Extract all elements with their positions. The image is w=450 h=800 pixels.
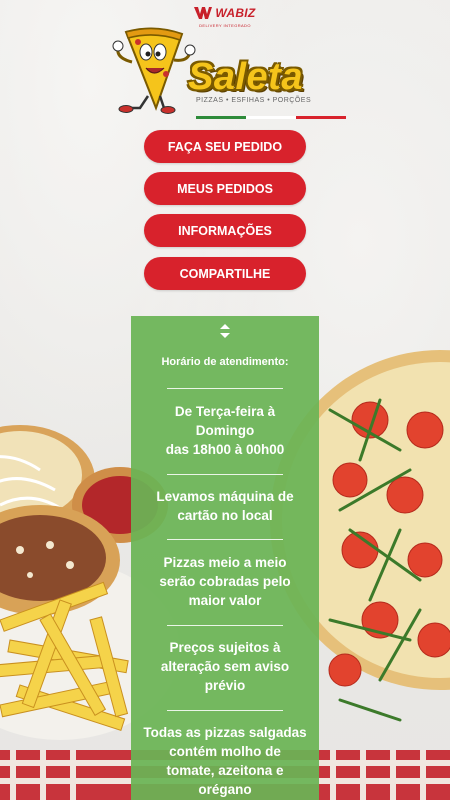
info-button[interactable]: INFORMAÇÕES bbox=[144, 214, 306, 247]
pizza-mascot-icon bbox=[112, 27, 196, 114]
my-orders-button[interactable]: MEUS PEDIDOS bbox=[144, 172, 306, 205]
divider bbox=[167, 539, 283, 540]
wabiz-mark-icon bbox=[194, 7, 213, 19]
order-button[interactable]: FAÇA SEU PEDIDO bbox=[144, 130, 306, 163]
divider bbox=[167, 474, 283, 475]
wabiz-brand: WABIZ DELIVERY INTEGRADO bbox=[0, 6, 450, 28]
opening-hours-text: De Terça-feira à Domingo das 18h00 à 00h… bbox=[165, 404, 285, 457]
info-toggle[interactable] bbox=[131, 322, 319, 340]
divider bbox=[167, 625, 283, 626]
opening-hours-title: Horário de atendimento: bbox=[161, 356, 289, 368]
restaurant-name: Saleta bbox=[188, 56, 303, 98]
share-button[interactable]: COMPARTILHE bbox=[144, 257, 306, 290]
up-down-arrows-icon bbox=[220, 324, 230, 338]
price-change-note: Preços sujeitos à alteração sem aviso pr… bbox=[160, 640, 290, 693]
divider bbox=[167, 388, 283, 389]
wabiz-name: WABIZ bbox=[215, 6, 256, 20]
logo-flag-stripe bbox=[196, 116, 346, 119]
pizza-sauce-note: Todas as pizzas salgadas contém molho de… bbox=[143, 725, 307, 797]
wabiz-logo: WABIZ bbox=[194, 6, 255, 20]
divider bbox=[167, 710, 283, 711]
half-pizza-note: Pizzas meio a meio serão cobradas pelo m… bbox=[159, 555, 291, 608]
info-panel: Horário de atendimento: De Terça-feira à… bbox=[131, 316, 319, 800]
restaurant-tagline: PIZZAS • ESFIHAS • PORÇÕES bbox=[196, 97, 312, 104]
card-machine-note: Levamos máquina de cartão no local bbox=[156, 489, 294, 523]
